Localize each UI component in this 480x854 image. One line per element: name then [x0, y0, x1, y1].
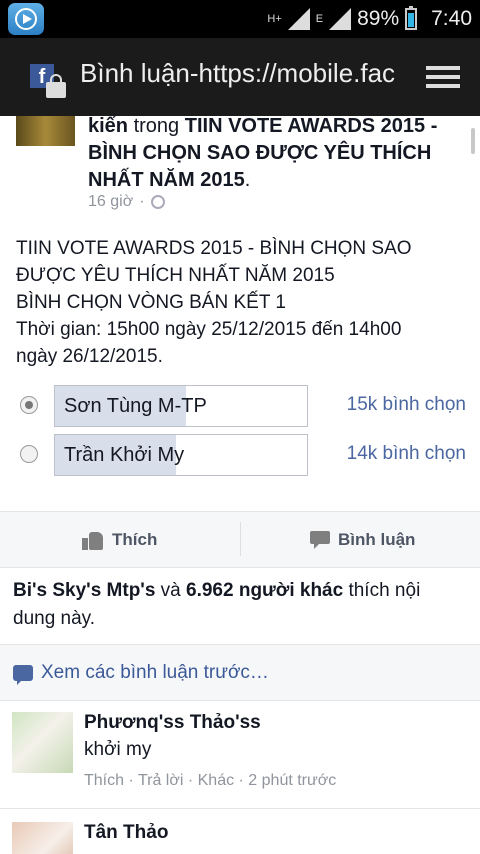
globe-icon	[150, 195, 165, 209]
view-previous-comments[interactable]: Xem các bình luận trước…	[0, 644, 480, 701]
speech-bubble-icon	[13, 664, 33, 685]
poll-option-label: Sơn Tùng M-TP	[64, 395, 207, 417]
poll-vote-count[interactable]: 14k bình chọn	[347, 434, 466, 474]
poll-option-box[interactable]: Trần Khởi My	[54, 434, 308, 476]
thumbs-up-icon	[82, 530, 104, 550]
signal-icon	[287, 8, 310, 30]
scrollbar[interactable]	[471, 128, 475, 154]
divider	[240, 522, 241, 556]
poll-option-box[interactable]: Sơn Tùng M-TP	[54, 385, 308, 427]
avatar[interactable]	[12, 822, 73, 854]
title-bar: f Bình luận-https://mobile.facebook.com	[0, 38, 480, 116]
commenter-name[interactable]: Tân Thảo	[84, 822, 168, 844]
post-time[interactable]: 16 giờ	[88, 193, 133, 211]
comment-icon	[310, 530, 330, 549]
poll-option-1[interactable]: Sơn Tùng M-TP 15k bình chọn	[16, 385, 476, 429]
group-thumbnail[interactable]	[16, 116, 75, 146]
likes-summary[interactable]: Bi's Sky's Mtp's và 6.962 người khác thí…	[13, 577, 463, 633]
battery-percent: 89%	[357, 7, 400, 30]
network-type-h: H+	[267, 13, 282, 25]
commenter-name[interactable]: Phươnq'ss Thảo'ss	[84, 712, 261, 734]
comment-text: khởi my	[84, 739, 152, 760]
status-bar: H+ E 89% 7:40	[0, 0, 480, 38]
divider	[0, 808, 480, 809]
network-type-e: E	[315, 13, 324, 25]
radio-button[interactable]	[20, 445, 38, 463]
media-player-icon[interactable]	[8, 3, 44, 35]
post-header: kiến trong TIIN VOTE AWARDS 2015 - BÌNH …	[88, 116, 438, 191]
post-meta: 16 giờ ·	[88, 193, 165, 211]
comment-button[interactable]: Bình luận	[310, 512, 415, 567]
poll-option-label: Trần Khởi My	[64, 444, 185, 466]
post-body: TIIN VOTE AWARDS 2015 - BÌNH CHỌN SAO ĐƯ…	[16, 238, 412, 367]
poll-option-2[interactable]: Trần Khởi My 14k bình chọn	[16, 434, 476, 478]
action-bar: Thích Bình luận	[0, 511, 480, 568]
battery-icon	[405, 6, 418, 30]
avatar[interactable]	[12, 712, 73, 773]
menu-icon[interactable]	[426, 66, 460, 92]
page-title: Bình luận-https://mobile.facebook.com	[80, 58, 396, 88]
like-button[interactable]: Thích	[82, 512, 157, 567]
post-author[interactable]: kiến	[88, 116, 128, 137]
comment-actions[interactable]: Thích · Trả lời · Khác · 2 phút trước	[84, 772, 336, 790]
liker-name[interactable]: Bi's Sky's Mtp's	[13, 580, 155, 601]
poll-vote-count[interactable]: 15k bình chọn	[347, 385, 466, 425]
other-likers[interactable]: 6.962 người khác	[186, 580, 343, 601]
lock-icon	[46, 74, 66, 98]
content-area[interactable]: kiến trong TIIN VOTE AWARDS 2015 - BÌNH …	[0, 116, 480, 854]
radio-button[interactable]	[20, 396, 38, 414]
signal-icon-2	[329, 8, 352, 30]
clock: 7:40	[431, 7, 472, 30]
